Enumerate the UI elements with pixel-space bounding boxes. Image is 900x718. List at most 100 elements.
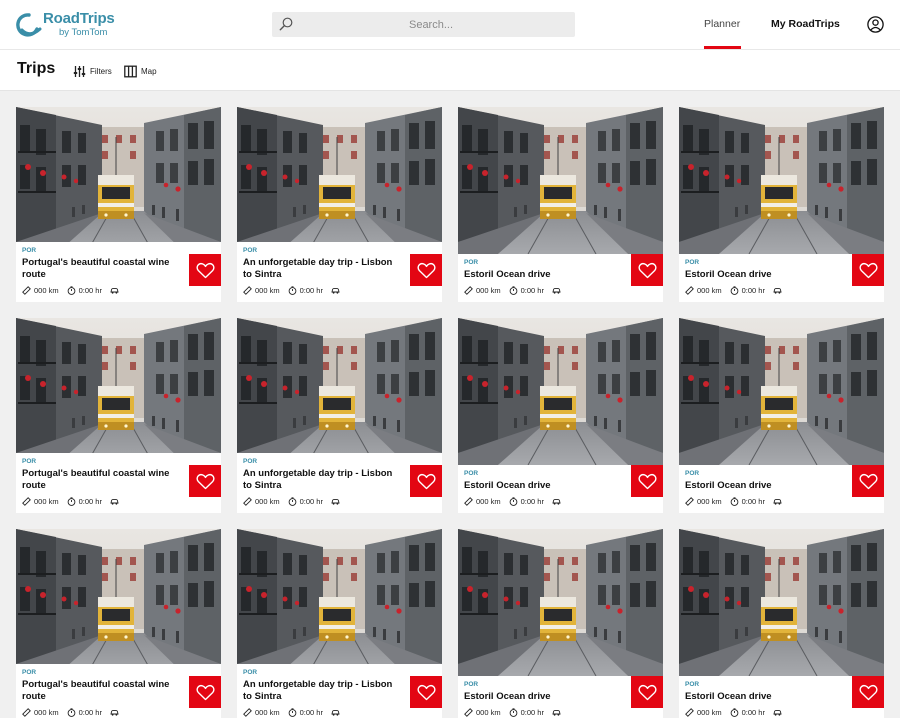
trip-meta: 000 km 0:00 hr <box>685 286 793 295</box>
favorite-button[interactable] <box>852 254 884 286</box>
trip-distance: 000 km <box>464 497 501 506</box>
trip-card[interactable]: POR Portugal's beautiful coastal wine rou… <box>16 107 221 302</box>
stopwatch-icon <box>288 286 296 295</box>
trip-title[interactable]: Estoril Ocean drive <box>464 269 624 281</box>
ruler-icon <box>685 497 694 506</box>
trip-photo[interactable] <box>16 318 221 453</box>
trip-meta: 000 km 0:00 hr <box>464 286 572 295</box>
search-bar <box>272 12 575 37</box>
nav-planner[interactable]: Planner <box>704 18 740 30</box>
trip-distance: 000 km <box>464 708 501 717</box>
trip-meta: 000 km 0:00 hr <box>685 708 793 717</box>
trip-photo[interactable] <box>16 107 221 242</box>
trip-photo[interactable] <box>679 318 884 465</box>
top-header: RoadTrips by TomTom Planner My RoadTrips <box>0 0 900 49</box>
search-icon[interactable] <box>279 17 293 31</box>
trip-card[interactable]: POR Estoril Ocean drive 000 km 0:00 hr <box>458 529 663 718</box>
trip-title[interactable]: Portugal's beautiful coastal wine route <box>22 679 182 703</box>
trip-vehicle <box>110 286 122 295</box>
account-icon[interactable] <box>867 16 884 33</box>
favorite-button[interactable] <box>852 465 884 497</box>
trip-photo[interactable] <box>458 318 663 465</box>
trip-title[interactable]: An unforgetable day trip - Lisbon to Sin… <box>243 468 403 492</box>
trip-vehicle <box>552 708 564 717</box>
trip-distance-value: 000 km <box>34 497 59 506</box>
map-button[interactable]: Map <box>124 64 157 78</box>
trip-distance-value: 000 km <box>476 286 501 295</box>
trip-distance-value: 000 km <box>255 708 280 717</box>
trip-card[interactable]: POR Estoril Ocean drive 000 km 0:00 hr <box>458 318 663 513</box>
trip-vehicle <box>331 497 343 506</box>
trip-photo[interactable] <box>679 529 884 676</box>
favorite-button[interactable] <box>410 465 442 497</box>
trip-title[interactable]: Estoril Ocean drive <box>464 691 624 703</box>
favorite-button[interactable] <box>631 254 663 286</box>
trip-title[interactable]: Portugal's beautiful coastal wine route <box>22 257 182 281</box>
trip-card[interactable]: POR Portugal's beautiful coastal wine rou… <box>16 529 221 718</box>
trip-duration-value: 0:00 hr <box>299 286 323 295</box>
trip-card[interactable]: POR An unforgetable day trip - Lisbon to … <box>237 529 442 718</box>
trip-title[interactable]: Estoril Ocean drive <box>685 691 845 703</box>
trip-card[interactable]: POR Estoril Ocean drive 000 km 0:00 hr <box>679 529 884 718</box>
trip-card[interactable]: POR Estoril Ocean drive 000 km 0:00 hr <box>679 318 884 513</box>
trip-photo[interactable] <box>458 107 663 254</box>
filters-button[interactable]: Filters <box>73 64 112 78</box>
trip-photo[interactable] <box>679 107 884 254</box>
stopwatch-icon <box>67 497 75 506</box>
trip-meta: 000 km 0:00 hr <box>464 497 572 506</box>
trip-photo[interactable] <box>458 529 663 676</box>
roadtrips-logo[interactable]: RoadTrips by TomTom <box>16 10 126 40</box>
trip-vehicle <box>331 286 343 295</box>
trip-meta: 000 km 0:00 hr <box>685 497 793 506</box>
search-input[interactable] <box>296 12 566 37</box>
trip-photo[interactable] <box>237 107 442 242</box>
trip-card[interactable]: POR Estoril Ocean drive 000 km 0:00 hr <box>679 107 884 302</box>
trip-country: POR <box>243 669 258 676</box>
heart-icon <box>637 262 657 278</box>
heart-icon <box>195 262 215 278</box>
favorite-button[interactable] <box>189 676 221 708</box>
trip-title[interactable]: Estoril Ocean drive <box>685 269 845 281</box>
trip-title[interactable]: Estoril Ocean drive <box>685 480 845 492</box>
trip-card[interactable]: POR Portugal's beautiful coastal wine rou… <box>16 318 221 513</box>
ruler-icon <box>22 708 31 717</box>
trip-meta: 000 km 0:00 hr <box>243 497 351 506</box>
favorite-button[interactable] <box>410 676 442 708</box>
trip-duration-value: 0:00 hr <box>741 497 765 506</box>
trip-photo[interactable] <box>237 529 442 664</box>
trip-photo[interactable] <box>16 529 221 664</box>
favorite-button[interactable] <box>631 676 663 708</box>
favorite-button[interactable] <box>852 676 884 708</box>
trip-card[interactable]: POR Estoril Ocean drive 000 km 0:00 hr <box>458 107 663 302</box>
trip-card[interactable]: POR An unforgetable day trip - Lisbon to … <box>237 107 442 302</box>
trip-country: POR <box>685 259 700 266</box>
trip-title[interactable]: Portugal's beautiful coastal wine route <box>22 468 182 492</box>
trip-vehicle <box>331 708 343 717</box>
trip-distance-value: 000 km <box>697 497 722 506</box>
car-icon <box>552 287 561 294</box>
trip-title[interactable]: An unforgetable day trip - Lisbon to Sin… <box>243 257 403 281</box>
trip-title[interactable]: Estoril Ocean drive <box>464 480 624 492</box>
trip-vehicle <box>552 286 564 295</box>
trip-title[interactable]: An unforgetable day trip - Lisbon to Sin… <box>243 679 403 703</box>
trip-duration-value: 0:00 hr <box>520 286 544 295</box>
trip-distance: 000 km <box>243 286 280 295</box>
trip-distance-value: 000 km <box>34 286 59 295</box>
favorite-button[interactable] <box>410 254 442 286</box>
trip-duration: 0:00 hr <box>730 286 765 295</box>
trip-card[interactable]: POR An unforgetable day trip - Lisbon to … <box>237 318 442 513</box>
trips-toolbar: Trips Filters Map <box>0 49 900 91</box>
ruler-icon <box>22 497 31 506</box>
heart-icon <box>416 473 436 489</box>
favorite-button[interactable] <box>189 465 221 497</box>
trip-distance: 000 km <box>22 286 59 295</box>
car-icon <box>552 709 561 716</box>
trip-photo[interactable] <box>237 318 442 453</box>
favorite-button[interactable] <box>631 465 663 497</box>
ruler-icon <box>243 708 252 717</box>
stopwatch-icon <box>288 497 296 506</box>
stopwatch-icon <box>730 708 738 717</box>
trip-country: POR <box>464 681 479 688</box>
nav-my-roadtrips[interactable]: My RoadTrips <box>771 18 840 30</box>
favorite-button[interactable] <box>189 254 221 286</box>
